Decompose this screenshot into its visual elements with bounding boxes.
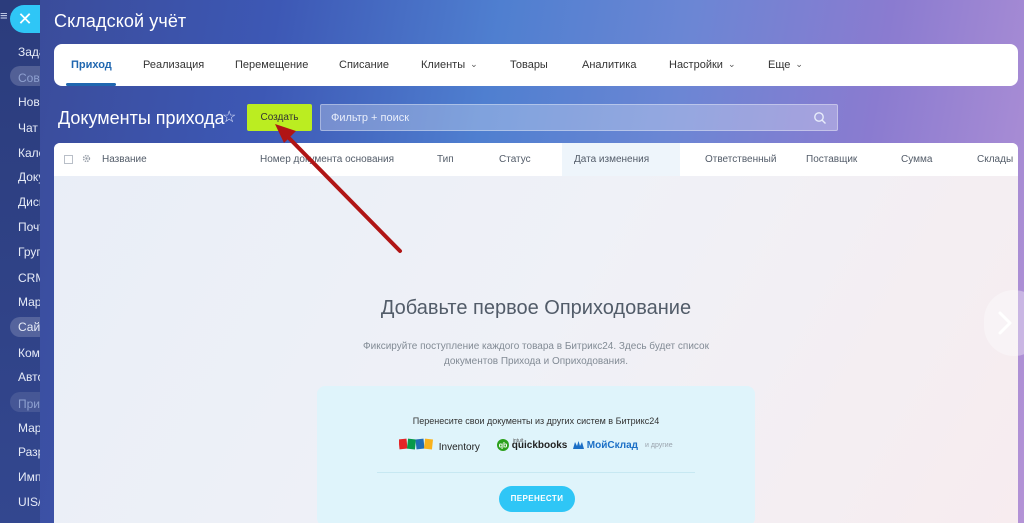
select-all-checkbox[interactable] [64, 155, 73, 164]
nav-tab-label: Приход [71, 59, 112, 71]
migrate-button[interactable]: ПЕРЕНЕСТИ [499, 486, 575, 512]
sidebar-item[interactable]: Зада [18, 43, 40, 61]
nav-tab[interactable]: Реализация [143, 44, 204, 86]
create-button[interactable]: Создать [247, 104, 312, 131]
sidebar-item[interactable]: Авто [18, 368, 40, 386]
search-input[interactable] [331, 109, 801, 127]
inventory-logo-text: Inventory [438, 441, 480, 453]
sidebar-item[interactable]: UIS/C [18, 493, 40, 511]
active-tab-underline [66, 83, 116, 86]
nav-tab-label: Аналитика [582, 59, 637, 71]
table-header: Название Номер документа основания Тип Стат… [54, 143, 1018, 176]
column-header[interactable]: Тип [437, 143, 454, 176]
column-header[interactable]: Сумма [901, 143, 932, 176]
sidebar-item[interactable]: Доку [18, 168, 40, 186]
column-header[interactable]: Поставщик [806, 143, 857, 176]
moysklad-text: МойСклад [586, 440, 638, 451]
card-divider [377, 472, 695, 473]
gear-icon[interactable] [81, 153, 92, 164]
close-slider-button[interactable]: ✕ [10, 5, 40, 33]
nav-tab[interactable]: Товары [510, 44, 548, 86]
sidebar-item[interactable]: Груп [18, 243, 40, 261]
others-text: и другие [645, 442, 673, 449]
main-panel: Название Номер документа основания Тип Стат… [54, 143, 1018, 523]
chevron-right-icon [998, 311, 1012, 335]
left-sidebar: ≡ ✕ ЗадаСовмНовоЧат иКалеДокуДискПочтГру… [0, 0, 40, 523]
empty-state-title: Добавьте первое Оприходование [380, 297, 692, 319]
moysklad-icon [573, 441, 584, 450]
moysklad-logo: МойСклад [573, 438, 638, 454]
sidebar-item[interactable]: Диск [18, 193, 40, 211]
quickbooks-logo: qb intuit quickbooks [497, 438, 567, 454]
nav-tab[interactable]: Клиенты ⌄ [421, 44, 478, 86]
chevron-down-icon: ⌄ [795, 59, 803, 69]
sidebar-item[interactable]: Имп [18, 468, 40, 486]
svg-text:qb: qb [499, 443, 508, 450]
migration-card: Перенесите свои документы из других сист… [317, 386, 755, 523]
sidebar-item[interactable]: Сайт [18, 318, 40, 336]
nav-tab-label: Клиенты [421, 59, 466, 71]
sidebar-item[interactable]: Чат и [18, 119, 40, 137]
integration-logos: Inventory qb intuit quickbooks МойСклад … [397, 438, 697, 454]
app-title: Складской учёт [54, 11, 187, 31]
sidebar-item[interactable]: Комг [18, 344, 40, 362]
sidebar-item[interactable]: CRM [18, 269, 40, 287]
column-header[interactable]: Название [102, 143, 147, 176]
nav-tab-label: Настройки [669, 59, 723, 71]
star-icon[interactable]: ☆ [222, 108, 236, 128]
nav-tab-label: Перемещение [235, 59, 309, 71]
chevron-down-icon: ⌄ [470, 59, 478, 69]
column-header[interactable]: Статус [499, 143, 531, 176]
search-icon[interactable] [813, 111, 827, 125]
column-header[interactable]: Ответственный [705, 143, 776, 176]
zoho-logo-mark [398, 438, 433, 456]
nav-tab[interactable]: Настройки ⌄ [669, 44, 735, 86]
sidebar-item[interactable]: Почт [18, 218, 40, 236]
nav-tab[interactable]: Аналитика [582, 44, 636, 86]
sidebar-item[interactable]: Разр [18, 443, 40, 461]
nav-tab-label: Реализация [143, 59, 205, 71]
sidebar-item[interactable]: Ново [18, 93, 40, 111]
migration-text: Перенесите свои документы из других сист… [412, 416, 660, 426]
nav-tab[interactable]: Еще ⌄ [768, 44, 803, 86]
sidebar-item[interactable]: Мар [18, 293, 40, 311]
nav-tab-label: Списание [339, 59, 389, 71]
sidebar-item[interactable]: Совм [18, 69, 40, 87]
nav-tab-label: Еще [768, 59, 791, 71]
close-icon: ✕ [17, 9, 33, 29]
column-header[interactable]: Номер документа основания [260, 143, 394, 176]
intuit-text: intuit [512, 438, 524, 444]
page-title: Документы прихода [58, 108, 225, 128]
empty-state-description: Фиксируйте поступление каждого товара в … [363, 341, 709, 367]
top-navigation: Приход Реализация Перемещение Списание Клиен… [54, 44, 1018, 86]
nav-tab[interactable]: Списание [339, 44, 389, 86]
zoho-inventory-logo: Inventory [398, 438, 480, 456]
column-header[interactable]: Дата изменения [574, 143, 649, 176]
nav-tab[interactable]: Перемещение [235, 44, 308, 86]
nav-tab-label: Товары [510, 59, 548, 71]
column-header[interactable]: Склады [977, 143, 1013, 176]
nav-tab[interactable]: Приход [71, 44, 112, 86]
sidebar-item[interactable]: Кале [18, 144, 40, 162]
search-box[interactable] [320, 104, 838, 131]
sidebar-item[interactable]: Мар [18, 419, 40, 437]
chevron-down-icon: ⌄ [727, 59, 736, 69]
sidebar-item[interactable]: Прил [18, 395, 40, 413]
quickbooks-icon: qb [497, 439, 509, 452]
